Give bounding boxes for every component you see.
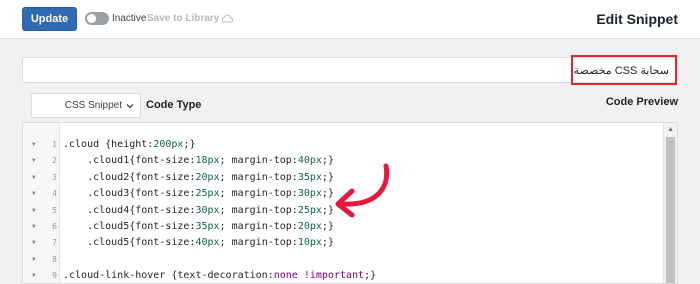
fold-icon[interactable]: ▼ xyxy=(32,235,36,251)
code-text: .cloud5{font-size:35px; margin-top:20px;… xyxy=(63,221,334,232)
code-text: .cloud2{font-size:20px; margin-top:35px;… xyxy=(63,171,334,183)
code-type-select[interactable]: CSS Snippet xyxy=(31,93,141,118)
line-number: 3 xyxy=(52,172,57,182)
line-number: 6 xyxy=(52,222,57,231)
code-line[interactable]: ▼ 2 .cloud1{font-size:18px; margin-top:40… xyxy=(23,153,663,169)
fold-icon[interactable]: ▼ xyxy=(32,153,36,169)
code-line[interactable]: ▼ 1 .cloud {height:200px;} xyxy=(23,137,663,153)
code-editor[interactable]: ▼ 1 .cloud {height:200px;} ▼ 2 .cloud1{font-… xyxy=(22,122,678,284)
update-button[interactable]: Update xyxy=(22,7,77,31)
code-line[interactable]: ▼ 6 .cloud5{font-size:35px; margin-top:20… xyxy=(23,219,663,235)
code-line[interactable]: ▼ 9 .cloud-link-hover {text-decoration:non… xyxy=(23,268,663,283)
snippet-title-field[interactable] xyxy=(22,57,678,83)
code-line[interactable]: ▼ 8 xyxy=(23,252,663,268)
code-line[interactable]: ▼ 5 .cloud4{font-size:30px; margin-top:25… xyxy=(23,203,663,219)
fold-icon[interactable]: ▼ xyxy=(32,219,36,235)
editor-scrollbar[interactable]: ▲ xyxy=(663,123,677,283)
scroll-up-icon[interactable]: ▲ xyxy=(667,126,674,133)
fold-icon[interactable]: ▼ xyxy=(32,186,36,202)
line-number: 7 xyxy=(52,238,57,248)
code-preview-label: Code Preview xyxy=(605,96,678,108)
code-text: .cloud3{font-size:25px; margin-top:30px;… xyxy=(63,188,334,200)
code-line[interactable]: ▼ 7 .cloud5{font-size:40px; margin-top:10… xyxy=(23,235,663,251)
code-text: .cloud1{font-size:18px; margin-top:40px;… xyxy=(63,155,334,167)
cloud-icon xyxy=(222,14,234,23)
code-type-value: CSS Snippet xyxy=(64,100,122,111)
save-to-library-link[interactable]: Save to Library xyxy=(147,13,234,24)
line-number: 4 xyxy=(52,189,57,199)
code-text: .cloud5{font-size:40px; margin-top:10px;… xyxy=(63,237,334,249)
chevron-down-icon xyxy=(126,103,134,108)
fold-icon[interactable]: ▼ xyxy=(32,137,36,153)
top-toolbar: Update Inactive Save to Library Edit Sni… xyxy=(0,0,700,39)
save-to-library-label: Save to Library xyxy=(147,13,220,24)
code-text: .cloud4{font-size:30px; margin-top:25px;… xyxy=(63,204,334,216)
page-title: Edit Snippet xyxy=(596,11,678,27)
code-type-label: Code Type xyxy=(146,99,202,111)
code-line[interactable]: ▼ 3 .cloud2{font-size:20px; margin-top:35… xyxy=(23,170,663,186)
status-label: Inactive xyxy=(112,13,147,24)
snippet-title-input[interactable] xyxy=(23,58,677,82)
line-number: 9 xyxy=(52,271,57,281)
line-number: 1 xyxy=(52,140,57,149)
code-text: .cloud-link-hover {text-decoration:none … xyxy=(63,270,377,282)
fold-icon[interactable]: ▼ xyxy=(32,170,36,186)
fold-icon[interactable]: ▼ xyxy=(32,252,36,268)
code-line[interactable]: ▼ 4 .cloud3{font-size:25px; margin-top:30… xyxy=(23,186,663,202)
fold-icon[interactable]: ▼ xyxy=(32,268,36,283)
line-number: 8 xyxy=(52,254,57,264)
scroll-thumb[interactable] xyxy=(666,137,675,283)
line-number: 5 xyxy=(52,205,57,215)
code-text: .cloud {height:200px;} xyxy=(63,139,196,150)
toggle-knob xyxy=(87,14,96,23)
active-toggle[interactable] xyxy=(85,12,109,25)
fold-icon[interactable]: ▼ xyxy=(32,203,36,219)
line-number: 2 xyxy=(52,156,57,166)
